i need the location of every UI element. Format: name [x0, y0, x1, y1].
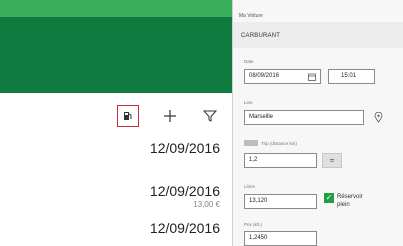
location-pin-icon — [374, 112, 382, 123]
date-label: Date — [244, 59, 254, 64]
list-item-date[interactable]: 12/09/2016 — [150, 220, 220, 236]
header-strip — [0, 0, 232, 17]
liters-field[interactable]: 13,120 — [244, 194, 317, 209]
list-item-date[interactable]: 12/09/2016 — [150, 140, 220, 156]
full-tank-label-line1: Réservoir — [337, 194, 363, 200]
location-button[interactable] — [370, 110, 386, 125]
date-field[interactable]: 08/09/2016 — [244, 69, 321, 84]
full-tank-checkbox[interactable]: ✓ — [324, 193, 334, 203]
section-header: CARBURANT — [233, 22, 403, 48]
list-item-amount: 13,00 € — [193, 200, 220, 209]
entries-pane: 12/09/2016 12/09/2016 13,00 € 12/09/2016 — [0, 0, 232, 246]
app-title: Ma Voiture — [239, 13, 263, 19]
trip-label: Trip (distance km) — [261, 141, 297, 146]
add-button[interactable] — [160, 106, 180, 126]
trip-value: 1,2 — [249, 157, 258, 163]
time-field[interactable]: 15:01 — [328, 69, 375, 84]
section-title: CARBURANT — [241, 33, 281, 39]
liters-label: Litres — [244, 184, 256, 189]
approx-button[interactable]: ≈ — [322, 153, 342, 168]
full-tank-label-line2: plein — [337, 202, 350, 208]
place-value: Marseille — [249, 114, 274, 120]
trip-field[interactable]: 1,2 — [244, 153, 317, 168]
time-value: 15:01 — [341, 73, 357, 79]
liters-value: 13,120 — [249, 198, 268, 204]
place-field[interactable]: Marseille — [244, 110, 364, 125]
list-item-date[interactable]: 12/09/2016 — [150, 183, 220, 199]
filter-button[interactable] — [200, 106, 220, 126]
date-value: 08/09/2016 — [249, 73, 280, 79]
place-label: Lieu — [244, 100, 253, 105]
full-tank-label: Réservoir plein — [337, 193, 363, 209]
plus-icon — [164, 110, 176, 122]
price-field[interactable]: 1,2450 — [244, 231, 317, 246]
price-label: Prix (€/L) — [244, 222, 263, 227]
header-banner — [0, 17, 232, 93]
fuel-button[interactable] — [117, 105, 139, 127]
filter-icon — [203, 110, 217, 122]
approx-icon: ≈ — [329, 156, 335, 165]
trip-toggle[interactable] — [244, 140, 258, 146]
checkmark-icon: ✓ — [325, 193, 333, 202]
fuel-pump-icon — [124, 112, 132, 120]
price-value: 1,2450 — [249, 235, 268, 241]
calendar-icon — [308, 73, 316, 81]
fuel-form-panel: Ma Voiture CARBURANT Date 08/09/2016 15:… — [232, 0, 403, 246]
